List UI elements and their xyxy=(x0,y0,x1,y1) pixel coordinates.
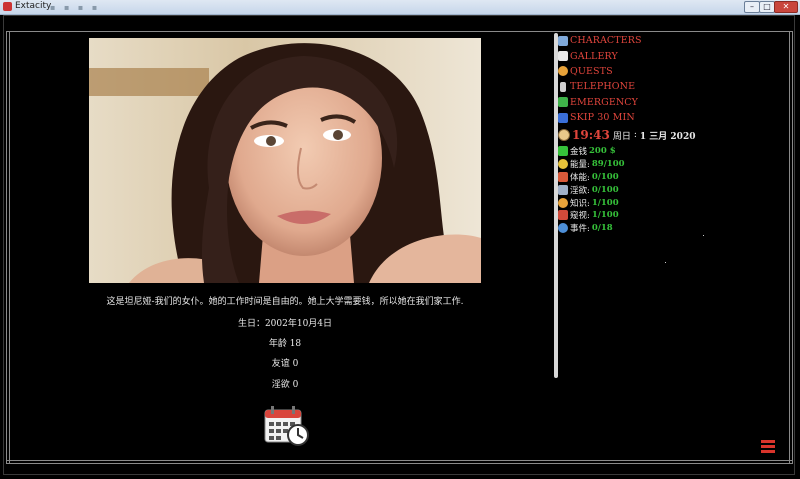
menu-item-emergency[interactable]: EMERGENCY xyxy=(558,95,642,110)
stat-label: 体能: xyxy=(570,172,590,183)
menu-item-label: GALLERY xyxy=(570,50,618,62)
clock-icon xyxy=(558,129,570,141)
frame-bottom-line xyxy=(6,460,793,461)
stat-value: 0/18 xyxy=(591,223,613,234)
events-icon xyxy=(558,223,568,234)
sidebar-menu: CHARACTERS GALLERY QUESTS TELEPHONE EMER… xyxy=(558,33,642,125)
stat-value: 0/100 xyxy=(591,184,619,195)
menu-item-telephone[interactable]: TELEPHONE xyxy=(558,79,642,94)
menu-item-label: SKIP 30 MIN xyxy=(570,112,635,124)
frame-top-line xyxy=(6,31,793,32)
stat-label: 知识: xyxy=(570,198,590,209)
main-menu-icon[interactable] xyxy=(761,440,775,453)
emergency-icon xyxy=(558,97,568,108)
characters-icon xyxy=(558,35,568,46)
background-dot xyxy=(665,262,666,263)
stat-label: 淫欲: xyxy=(570,185,590,196)
character-age: 年龄 18 xyxy=(268,339,302,349)
energy-icon xyxy=(558,159,568,170)
clock-date: 1 三月 2020 xyxy=(639,131,696,142)
menu-item-label: EMERGENCY xyxy=(570,96,639,108)
knowledge-icon xyxy=(558,197,568,208)
money-icon xyxy=(558,146,568,157)
menu-item-label: TELEPHONE xyxy=(570,81,636,93)
quick-access-icons: ▪ ▪ ▪ ▪ xyxy=(50,3,101,12)
stat-energy: 能量: 89/100 xyxy=(558,158,625,171)
skip-icon xyxy=(558,112,568,123)
gallery-icon xyxy=(558,51,568,62)
character-lust: 淫欲 0 xyxy=(271,380,299,390)
frame-bottom-line-2 xyxy=(6,463,793,464)
character-friendship: 友谊 0 xyxy=(271,359,299,369)
menu-item-quests[interactable]: QUESTS xyxy=(558,64,642,79)
stat-value: 1/100 xyxy=(591,197,619,208)
stat-fitness: 体能: 0/100 xyxy=(558,171,625,184)
window-title: Extacity xyxy=(15,1,52,11)
peek-icon xyxy=(558,210,568,221)
frame-left-line xyxy=(6,31,7,463)
maximize-button[interactable]: □ xyxy=(759,1,775,13)
frame-left-line-2 xyxy=(9,31,10,463)
menu-item-characters[interactable]: CHARACTERS xyxy=(558,33,642,48)
clock-separator: : xyxy=(633,130,637,140)
character-description: 这是坦尼娅-我们的女仆。她的工作时间是自由的。她上大学需要钱，所以她在我们家工作… xyxy=(106,297,464,307)
character-birthday: 生日：2002年10月4日 xyxy=(237,319,333,329)
app-icon xyxy=(3,2,12,11)
stat-value: 200 $ xyxy=(589,146,616,157)
stat-events: 事件: 0/18 xyxy=(558,222,625,235)
clock-weekday: 周日 xyxy=(612,131,631,142)
menu-item-label: CHARACTERS xyxy=(570,35,642,47)
close-button[interactable]: ✕ xyxy=(774,1,798,13)
clock-row: 19:43 周日 : 1 三月 2020 xyxy=(558,128,695,142)
character-portrait xyxy=(89,38,481,283)
stat-lust: 淫欲: 0/100 xyxy=(558,183,625,196)
stat-value: 1/100 xyxy=(591,210,619,221)
stat-label: 能量: xyxy=(570,160,590,171)
stat-knowledge: 知识: 1/100 xyxy=(558,196,625,209)
stat-label: 事件: xyxy=(570,224,590,235)
clock-time: 19:43 xyxy=(572,128,610,142)
window-titlebar: Extacity ▪ ▪ ▪ ▪ – □ ✕ xyxy=(0,0,800,15)
fitness-icon xyxy=(558,171,568,182)
menu-item-gallery[interactable]: GALLERY xyxy=(558,48,642,63)
stat-label: 窥视: xyxy=(570,211,590,222)
lust-icon xyxy=(558,184,568,195)
background-dot xyxy=(703,235,704,236)
player-stats: 金钱 200 $ 能量: 89/100 体能: 0/100 淫欲: 0/100 … xyxy=(558,145,625,235)
frame-right-line-2 xyxy=(792,31,793,463)
stat-money: 金钱 200 $ xyxy=(558,145,625,158)
schedule-calendar-icon[interactable] xyxy=(264,405,310,447)
frame-right-line xyxy=(789,31,790,463)
minimize-button[interactable]: – xyxy=(744,1,760,13)
stat-value: 0/100 xyxy=(591,171,619,182)
stat-peek: 窥视: 1/100 xyxy=(558,209,625,222)
quests-icon xyxy=(558,66,568,77)
menu-item-skip-30-min[interactable]: SKIP 30 MIN xyxy=(558,110,642,125)
stat-label: 金钱 xyxy=(570,147,588,158)
telephone-icon xyxy=(560,81,566,92)
menu-item-label: QUESTS xyxy=(570,65,613,77)
stat-value: 89/100 xyxy=(591,159,625,170)
